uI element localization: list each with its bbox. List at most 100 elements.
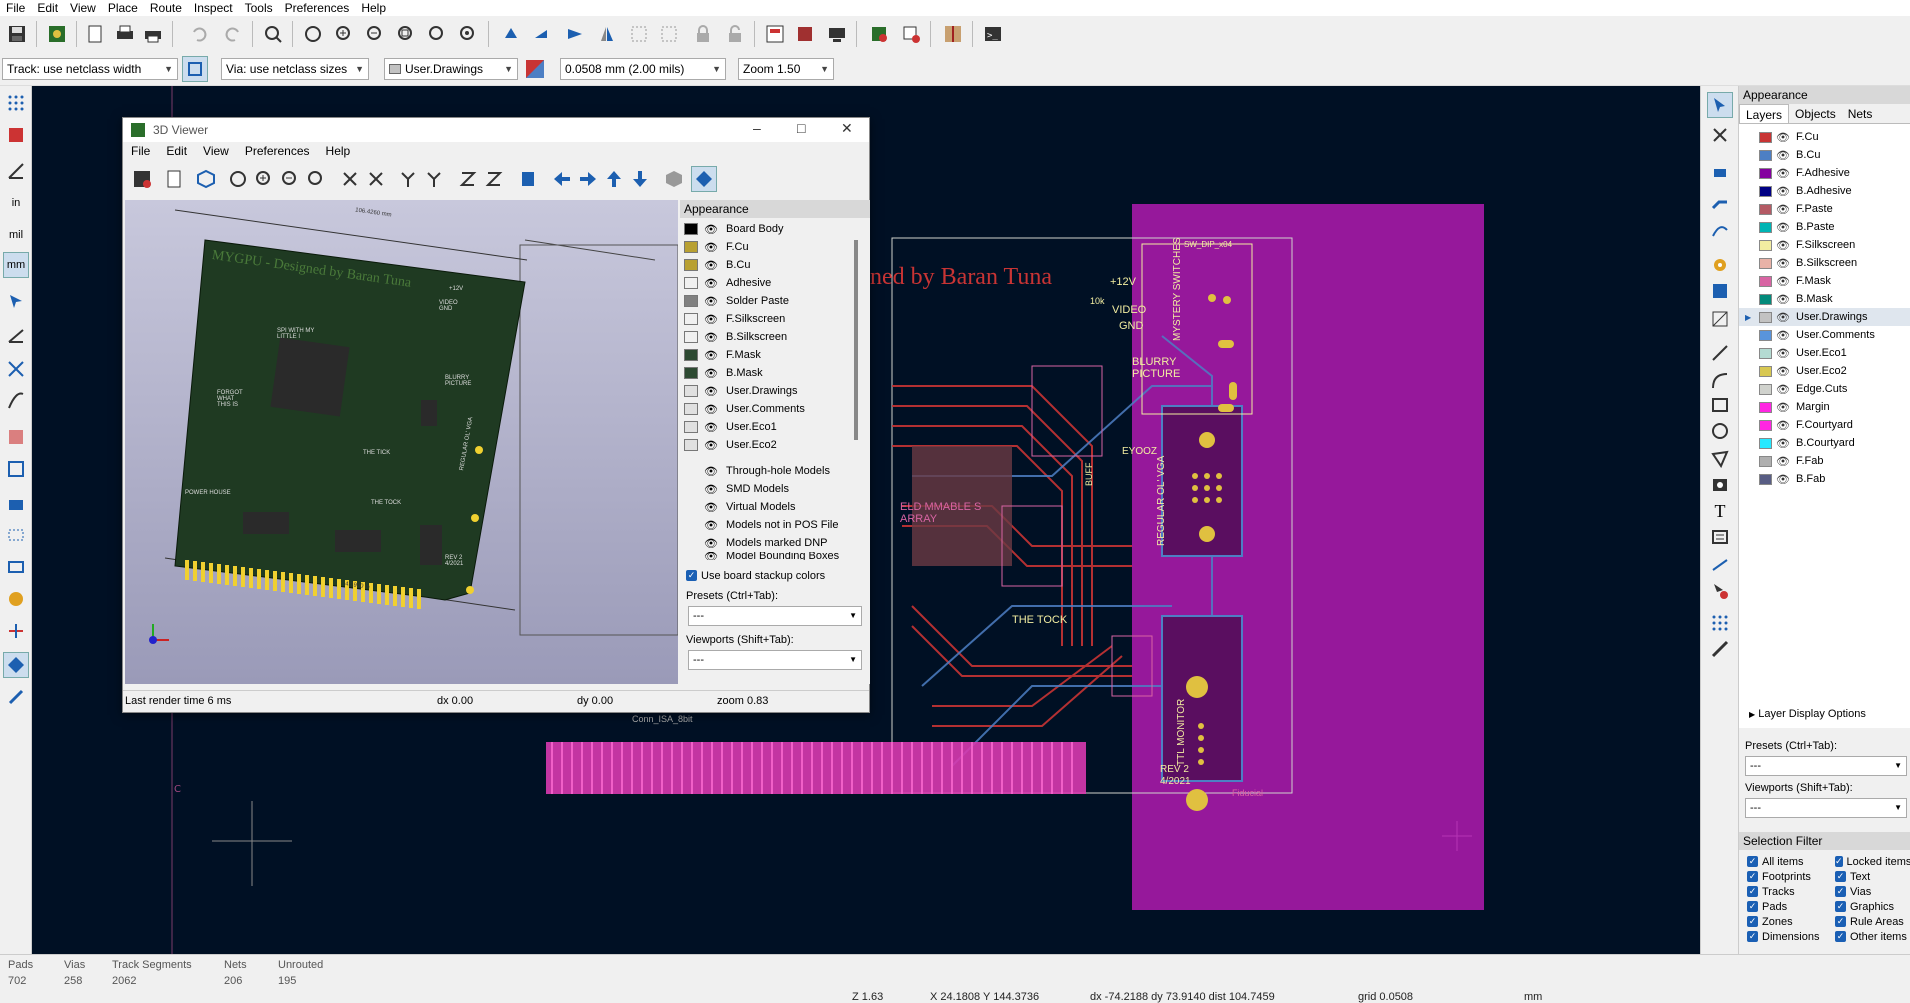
zoom-selection-icon[interactable] [455, 21, 481, 47]
eye-icon[interactable]: 👁 [704, 277, 718, 290]
zoom-select[interactable]: Zoom 1.50 ▼ [738, 58, 834, 80]
refresh-icon[interactable] [300, 21, 326, 47]
rotate-cw-icon[interactable] [528, 21, 554, 47]
eye-icon[interactable]: 👁 [1776, 221, 1790, 234]
add-text-icon[interactable]: T [1707, 498, 1733, 524]
eye-icon[interactable]: 👁 [704, 552, 718, 560]
layer-row[interactable]: 👁 B.Paste [1739, 218, 1910, 236]
viewer-model-row[interactable]: 👁 Model Bounding Boxes [680, 552, 870, 560]
eye-icon[interactable]: 👁 [704, 241, 718, 254]
menu-route[interactable]: Route [144, 0, 188, 16]
undo-icon[interactable] [186, 21, 212, 47]
net-highlight-icon[interactable] [3, 618, 29, 644]
viewer-layer-row[interactable]: 👁 User.Eco2 [680, 436, 870, 454]
zoom-out-icon[interactable] [362, 21, 388, 47]
viewer-model-row[interactable]: 👁 Models not in POS File [680, 516, 870, 534]
tab-objects[interactable]: Objects [1789, 104, 1842, 123]
rotate-x-cw-icon[interactable] [337, 166, 363, 192]
find-icon[interactable] [260, 21, 286, 47]
eye-icon[interactable]: 👁 [1776, 167, 1790, 180]
eye-icon[interactable]: 👁 [1776, 329, 1790, 342]
rotate-z-cw-icon[interactable] [455, 166, 481, 192]
viewer-model-row[interactable]: 👁 Through-hole Models [680, 462, 870, 480]
layer-row[interactable]: 👁 B.Adhesive [1739, 182, 1910, 200]
filter-graphics[interactable]: ✓ Graphics [1835, 899, 1910, 914]
eye-icon[interactable]: 👁 [1776, 275, 1790, 288]
route-track-icon[interactable] [1707, 190, 1733, 216]
rotate-x-ccw-icon[interactable] [363, 166, 389, 192]
viewer-layer-row[interactable]: 👁 Adhesive [680, 274, 870, 292]
close-icon[interactable]: ✕ [841, 120, 853, 137]
curved-ratsnest-icon[interactable] [3, 388, 29, 414]
minimize-icon[interactable]: – [753, 120, 761, 136]
viewer-viewports-select[interactable]: --- ▼ [688, 650, 862, 670]
layer-row[interactable]: 👁 F.Adhesive [1739, 164, 1910, 182]
viewer-menu-preferences[interactable]: Preferences [237, 142, 318, 160]
eye-icon[interactable]: 👁 [704, 403, 718, 416]
layer-row[interactable]: 👁 F.Silkscreen [1739, 236, 1910, 254]
group-icon[interactable] [626, 21, 652, 47]
grid-toggle-icon[interactable] [3, 90, 29, 116]
zoom-in-icon[interactable] [331, 21, 357, 47]
eye-icon[interactable]: 👁 [1776, 185, 1790, 198]
eye-icon[interactable]: 👁 [1776, 383, 1790, 396]
menu-help[interactable]: Help [355, 0, 392, 16]
footprint-editor-icon[interactable] [792, 21, 818, 47]
appearance-toggle-icon[interactable] [3, 652, 29, 678]
filter-text[interactable]: ✓ Text [1835, 869, 1910, 884]
print-icon[interactable] [112, 21, 138, 47]
ratsnest-icon[interactable] [3, 356, 29, 382]
layer-pair-icon[interactable] [522, 56, 548, 82]
add-textbox-icon[interactable] [1707, 524, 1733, 550]
lock-icon[interactable] [690, 21, 716, 47]
filter-vias[interactable]: ✓ Vias [1835, 884, 1910, 899]
plot-icon[interactable] [140, 21, 166, 47]
track-width-select[interactable]: Track: use netclass width ▼ [2, 58, 178, 80]
move-left-icon[interactable] [549, 166, 575, 192]
eye-icon[interactable]: 👁 [1776, 257, 1790, 270]
viewer-menu-help[interactable]: Help [318, 142, 359, 160]
eye-icon[interactable]: 👁 [704, 421, 718, 434]
viewer-layer-row[interactable]: 👁 User.Comments [680, 400, 870, 418]
menu-preferences[interactable]: Preferences [279, 0, 356, 16]
tab-layers[interactable]: Layers [1739, 104, 1790, 123]
raytracing-icon[interactable] [193, 166, 219, 192]
via-sketch-icon[interactable] [3, 522, 29, 548]
move-right-icon[interactable] [575, 166, 601, 192]
console-icon[interactable]: >_ [980, 21, 1006, 47]
layer-row[interactable]: 👁 Edge.Cuts [1739, 380, 1910, 398]
rotate-y-ccw-icon[interactable] [421, 166, 447, 192]
eye-icon[interactable]: 👁 [704, 223, 718, 236]
viewer-layer-row[interactable]: 👁 B.Silkscreen [680, 328, 870, 346]
ortho-icon[interactable] [661, 166, 687, 192]
layer-row[interactable]: 👁 B.Mask [1739, 290, 1910, 308]
viewer-zoom-in-icon[interactable] [251, 166, 277, 192]
layer-row[interactable]: 👁 B.Fab [1739, 470, 1910, 488]
rotate-ccw-icon[interactable] [498, 21, 524, 47]
menu-place[interactable]: Place [102, 0, 144, 16]
rotate-z-ccw-icon[interactable] [481, 166, 507, 192]
mirror-h-icon[interactable] [562, 21, 588, 47]
eye-icon[interactable]: 👁 [704, 313, 718, 326]
units-mil-button[interactable]: mil [3, 222, 29, 248]
eye-icon[interactable]: 👁 [1776, 473, 1790, 486]
layer-row[interactable]: 👁 B.Silkscreen [1739, 254, 1910, 272]
draw-line-icon[interactable] [1707, 340, 1733, 366]
viewer-layer-row[interactable]: 👁 Solder Paste [680, 292, 870, 310]
layer-row[interactable]: 👁 B.Cu [1739, 146, 1910, 164]
viewer-layer-row[interactable]: 👁 Board Body [680, 220, 870, 238]
draw-rect-icon[interactable] [1707, 392, 1733, 418]
viewer-appearance-icon[interactable] [691, 166, 717, 192]
auto-width-icon[interactable] [182, 56, 208, 82]
use-stackup-checkbox[interactable]: ✓ Use board stackup colors [686, 568, 825, 583]
layer-display-options-toggle[interactable]: ▶ Layer Display Options [1749, 708, 1866, 720]
presets-select[interactable]: --- ▼ [1745, 756, 1907, 776]
draw-polygon-icon[interactable] [1707, 446, 1733, 472]
viewer-layer-row[interactable]: 👁 F.Mask [680, 346, 870, 364]
viewer-layer-row[interactable]: 👁 User.Eco1 [680, 418, 870, 436]
eye-icon[interactable]: 👁 [1776, 293, 1790, 306]
eye-icon[interactable]: 👁 [1776, 203, 1790, 216]
add-dimension-icon[interactable] [1707, 552, 1733, 578]
eye-icon[interactable]: 👁 [704, 483, 718, 496]
filter-zones[interactable]: ✓ Zones [1747, 914, 1819, 929]
